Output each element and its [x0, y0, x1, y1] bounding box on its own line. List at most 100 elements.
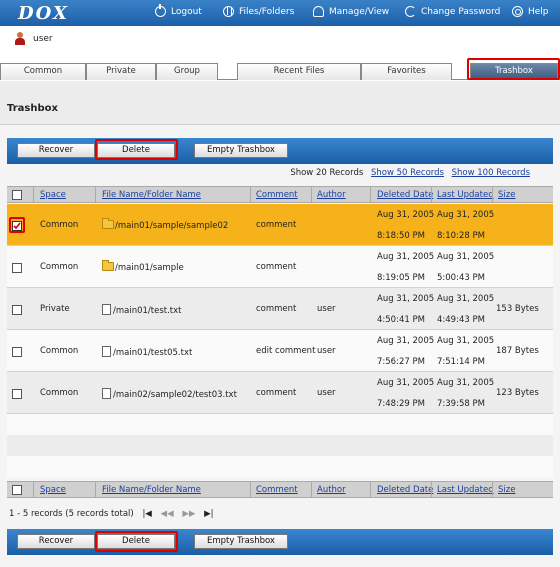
- cell-updated-time: 7:39:58 PM: [437, 399, 485, 409]
- user-row: user: [0, 26, 560, 60]
- col-space-bottom[interactable]: Space: [40, 485, 66, 495]
- cell-deleted-time: 7:56:27 PM: [377, 357, 425, 367]
- col-name-bottom[interactable]: File Name/Folder Name: [102, 485, 201, 495]
- cell-updated-date: Aug 31, 2005: [437, 252, 495, 262]
- files-folders-link[interactable]: Files/Folders: [223, 6, 294, 17]
- pagination: 1 - 5 records (5 records total) |◀ ◀◀ ▶▶…: [9, 509, 214, 519]
- globe-icon: [223, 6, 234, 17]
- tab-group[interactable]: Group: [156, 63, 218, 80]
- cell-deleted-date: Aug 31, 2005: [377, 378, 435, 388]
- cell-comment: comment: [256, 388, 297, 398]
- cell-deleted-date: Aug 31, 2005: [377, 210, 435, 220]
- table-row[interactable]: Common /main02/sample02/test03.txt comme…: [7, 372, 553, 414]
- highlight-row-checkbox: [9, 217, 25, 233]
- col-space[interactable]: Space: [40, 190, 66, 200]
- col-name[interactable]: File Name/Folder Name: [102, 190, 201, 200]
- cell-updated-date: Aug 31, 2005: [437, 294, 495, 304]
- tab-common[interactable]: Common: [0, 63, 86, 80]
- cell-name[interactable]: /main02/sample02/test03.txt: [102, 388, 237, 400]
- select-all-checkbox[interactable]: [12, 190, 22, 200]
- cell-comment: comment: [256, 262, 297, 272]
- change-password-link[interactable]: Change Password: [405, 6, 500, 17]
- cell-updated-time: 4:49:43 PM: [437, 315, 485, 325]
- cell-comment: comment: [256, 304, 297, 314]
- cell-space: Common: [40, 388, 79, 398]
- cell-deleted-time: 7:48:29 PM: [377, 399, 425, 409]
- folder-icon: [102, 260, 114, 271]
- logout-link[interactable]: Logout: [155, 4, 202, 17]
- cell-deleted-date: Aug 31, 2005: [377, 294, 435, 304]
- cell-comment: edit comment: [256, 346, 316, 356]
- user-icon: [14, 32, 26, 45]
- row-checkbox[interactable]: [12, 263, 22, 273]
- top-bar: DOX Logout Files/Folders Manage/View Cha…: [0, 0, 560, 26]
- cell-deleted-date: Aug 31, 2005: [377, 336, 435, 346]
- empty-row: [7, 435, 553, 456]
- cell-size: 123 Bytes: [496, 388, 539, 398]
- highlight-delete-button-bottom: [95, 531, 178, 552]
- table-row[interactable]: Common /main01/test05.txt edit comment u…: [7, 330, 553, 372]
- empty-trashbox-button[interactable]: Empty Trashbox: [194, 143, 288, 158]
- cell-updated-time: 7:51:14 PM: [437, 357, 485, 367]
- row-checkbox[interactable]: [12, 347, 22, 357]
- col-comment[interactable]: Comment: [256, 190, 298, 200]
- cell-space: Private: [40, 304, 70, 314]
- show-20-label: Show 20 Records: [290, 168, 364, 178]
- col-deleted-date[interactable]: Deleted Date: [377, 190, 433, 200]
- cell-size: 187 Bytes: [496, 346, 539, 356]
- refresh-icon: [405, 6, 416, 17]
- cell-space: Common: [40, 220, 79, 230]
- tab-recent-files[interactable]: Recent Files: [237, 63, 361, 80]
- table-row[interactable]: Private /main01/test.txt comment user Au…: [7, 288, 553, 330]
- table-row[interactable]: Common /main01/sample comment Aug 31, 20…: [7, 246, 553, 288]
- page-title: Trashbox: [7, 103, 58, 114]
- empty-row: [7, 414, 553, 435]
- next-page-button[interactable]: ▶▶: [182, 509, 195, 519]
- cell-deleted-time: 8:19:05 PM: [377, 273, 425, 283]
- cell-updated-time: 5:00:43 PM: [437, 273, 485, 283]
- cell-size: 153 Bytes: [496, 304, 539, 314]
- col-size[interactable]: Size: [498, 190, 515, 200]
- row-checkbox[interactable]: [12, 305, 22, 315]
- cell-updated-time: 8:10:28 PM: [437, 231, 485, 241]
- show-100-link[interactable]: Show 100 Records: [452, 168, 530, 178]
- col-comment-bottom[interactable]: Comment: [256, 485, 298, 495]
- cell-updated-date: Aug 31, 2005: [437, 210, 495, 220]
- highlight-delete-button-top: [95, 139, 178, 160]
- table-header: Space File Name/Folder Name Comment Auth…: [7, 186, 553, 203]
- table-row[interactable]: Common /main01/sample/sample02 comment A…: [7, 204, 553, 246]
- show-50-link[interactable]: Show 50 Records: [371, 168, 444, 178]
- first-page-button[interactable]: |◀: [142, 509, 151, 519]
- cell-name[interactable]: /main01/test.txt: [102, 304, 182, 316]
- help-link[interactable]: Help: [512, 6, 549, 17]
- last-page-button[interactable]: ▶|: [204, 509, 213, 519]
- top-button-bar: Recover Delete Empty Trashbox: [7, 138, 553, 164]
- manage-view-link[interactable]: Manage/View: [313, 6, 389, 17]
- col-author[interactable]: Author: [317, 190, 346, 200]
- file-icon: [102, 304, 111, 315]
- username: user: [33, 34, 53, 44]
- empty-trashbox-button-bottom[interactable]: Empty Trashbox: [194, 534, 288, 549]
- empty-row: [7, 456, 553, 477]
- cell-updated-date: Aug 31, 2005: [437, 378, 495, 388]
- help-icon: [512, 6, 523, 17]
- recover-button[interactable]: Recover: [17, 143, 95, 158]
- cell-name[interactable]: /main01/sample: [102, 260, 184, 273]
- prev-page-button[interactable]: ◀◀: [161, 509, 174, 519]
- tab-private[interactable]: Private: [86, 63, 156, 80]
- col-deleted-date-bottom[interactable]: Deleted Date: [377, 485, 433, 495]
- bottom-button-bar: Recover Delete Empty Trashbox: [7, 529, 553, 555]
- cell-name[interactable]: /main01/sample/sample02: [102, 218, 228, 231]
- recover-button-bottom[interactable]: Recover: [17, 534, 95, 549]
- folder-icon: [102, 218, 114, 229]
- cell-deleted-time: 8:18:50 PM: [377, 231, 425, 241]
- tab-favorites[interactable]: Favorites: [361, 63, 452, 80]
- col-author-bottom[interactable]: Author: [317, 485, 346, 495]
- col-last-updated[interactable]: Last Updated: [437, 190, 494, 200]
- row-checkbox[interactable]: [12, 389, 22, 399]
- col-last-updated-bottom[interactable]: Last Updated: [437, 485, 494, 495]
- cell-name[interactable]: /main01/test05.txt: [102, 346, 192, 358]
- cell-author: user: [317, 388, 336, 398]
- select-all-checkbox-bottom[interactable]: [12, 485, 22, 495]
- col-size-bottom[interactable]: Size: [498, 485, 515, 495]
